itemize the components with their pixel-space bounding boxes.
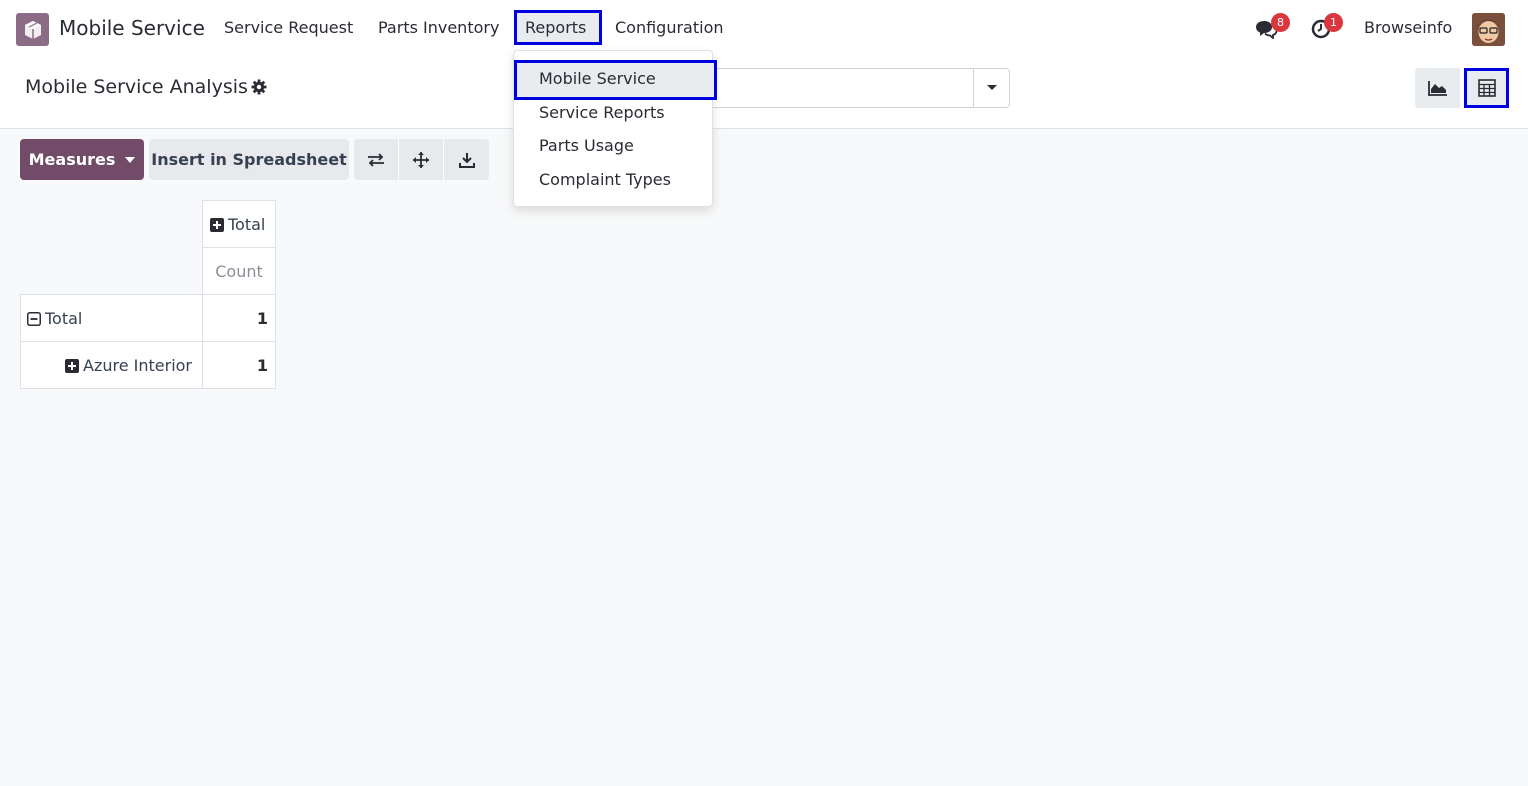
top-navbar: Mobile Service Service Request Parts Inv… [0,0,1528,57]
pivot-cell[interactable]: 1 [202,341,276,389]
pivot-cell[interactable]: 1 [202,294,276,342]
area-chart-icon [1427,81,1447,96]
pivot-row-header-total[interactable]: Total [20,294,203,342]
pivot-row-header-azure-interior[interactable]: Azure Interior [20,341,203,389]
gear-icon[interactable] [251,79,267,99]
measures-label: Measures [28,150,116,169]
pivot-table: Total Count Total 1 Azure Interior 1 [20,200,276,389]
pivot-row-label: Azure Interior [83,355,193,375]
menu-reports[interactable]: Reports [525,18,586,37]
menu-configuration[interactable]: Configuration [615,18,724,37]
menu-item-mobile-service[interactable]: Mobile Service [539,69,656,88]
search-input[interactable] [700,68,1010,108]
pivot-col-header-label: Total [228,214,266,234]
menu-item-complaint-types[interactable]: Complaint Types [539,170,671,189]
graph-view-button[interactable] [1415,68,1460,108]
caret-down-icon [987,85,997,90]
exchange-icon [368,152,384,167]
caret-down-icon [125,156,136,163]
table-icon [1477,79,1496,97]
messages-badge: 8 [1271,13,1290,32]
user-name[interactable]: Browseinfo [1364,18,1452,37]
pivot-actions [354,139,489,180]
messages-button[interactable]: 8 [1254,13,1290,43]
expand-all-button[interactable] [399,139,444,180]
search-options-toggle[interactable] [973,68,1010,108]
plus-square-icon [65,358,79,373]
measures-button[interactable]: Measures [20,139,144,180]
menu-service-request[interactable]: Service Request [224,18,353,37]
insert-in-spreadsheet-button[interactable]: Insert in Spreadsheet [149,139,349,180]
arrows-icon [413,151,429,168]
pivot-view-button[interactable] [1464,68,1509,108]
menu-item-parts-usage[interactable]: Parts Usage [539,136,634,155]
pivot-col-header[interactable]: Total [202,200,276,248]
reports-dropdown: Mobile Service Service Reports Parts Usa… [513,50,717,207]
app-logo-icon[interactable] [16,13,49,46]
avatar[interactable] [1472,13,1505,46]
app-name[interactable]: Mobile Service [59,16,205,40]
flip-axis-button[interactable] [354,139,399,180]
page-title: Mobile Service Analysis [25,76,248,98]
menu-parts-inventory[interactable]: Parts Inventory [378,18,499,37]
download-icon [458,152,475,168]
activities-button[interactable]: 1 [1311,13,1343,43]
minus-square-icon [27,311,41,326]
pivot-row-label: Total [45,308,83,328]
activities-badge: 1 [1324,13,1343,32]
download-button[interactable] [444,139,489,180]
pivot-measure-header[interactable]: Count [202,247,276,295]
menu-item-service-reports[interactable]: Service Reports [539,103,665,122]
plus-square-icon [210,217,224,232]
control-panel: Mobile Service Analysis [0,57,1528,129]
